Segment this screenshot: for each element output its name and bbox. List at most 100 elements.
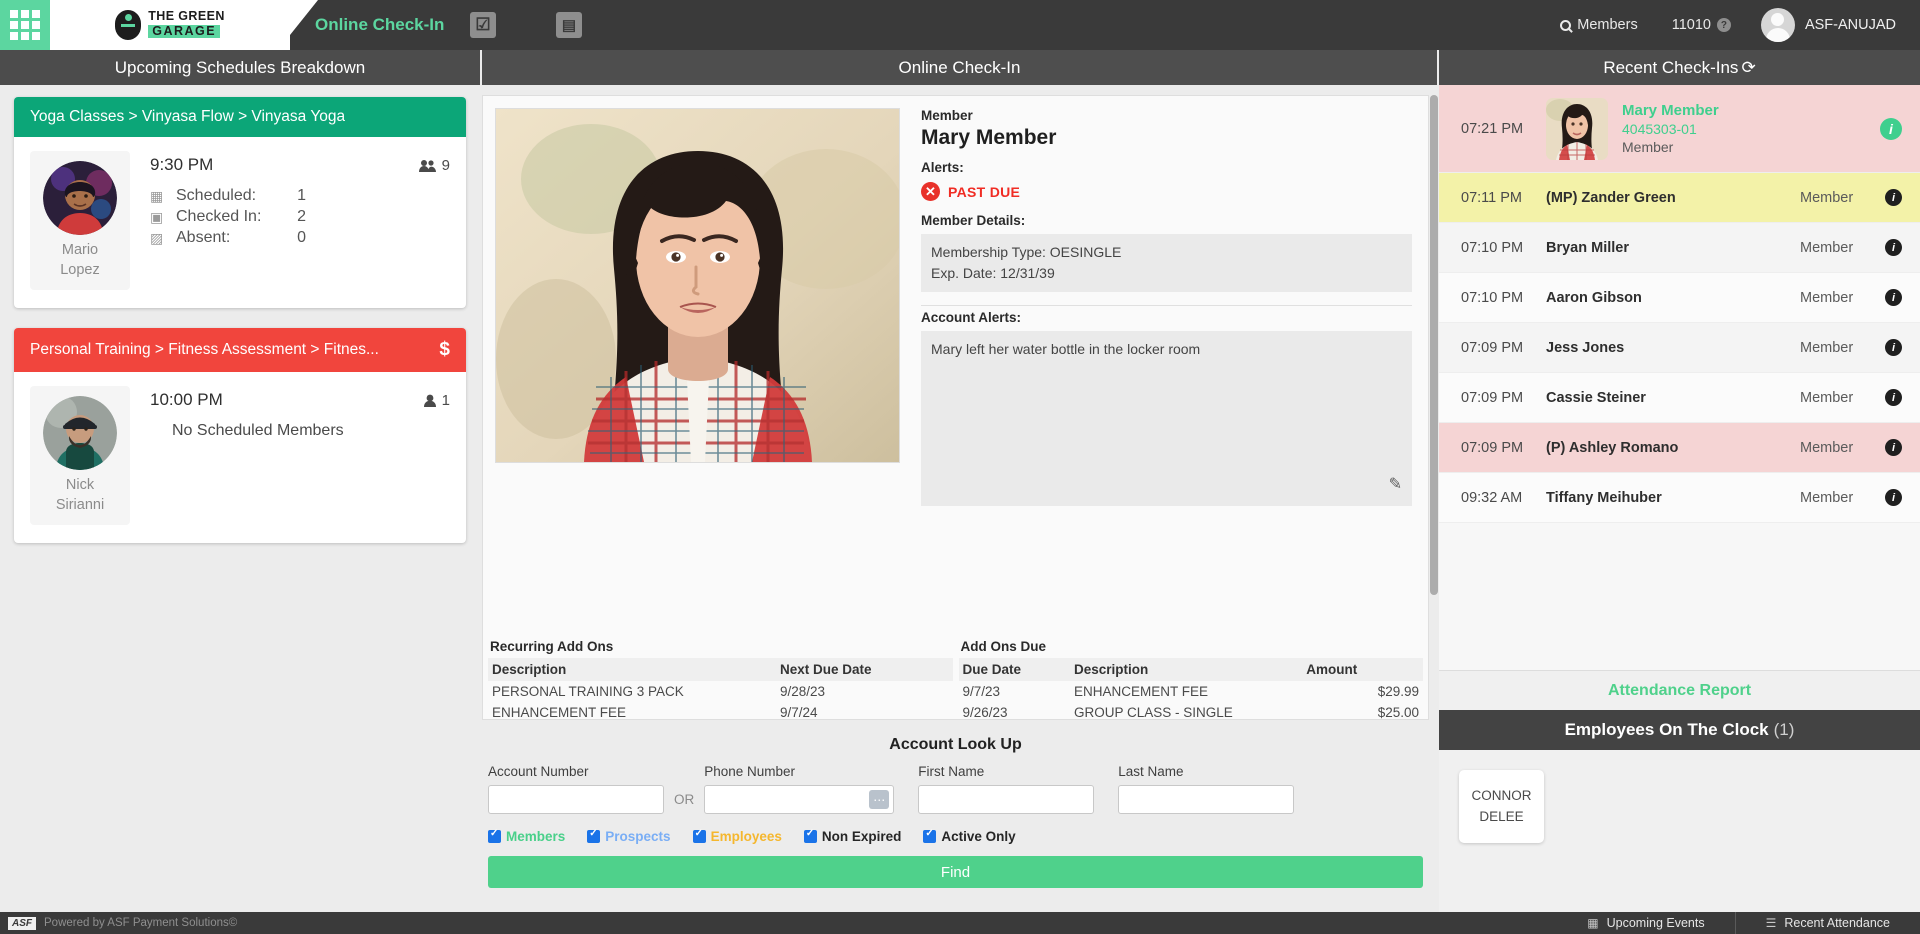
checkin-name: Tiffany Meihuber [1546,489,1662,506]
filter-members[interactable]: Members [488,828,566,844]
recent-attendance-link[interactable]: ☰ Recent Attendance [1736,912,1920,934]
checkin-photo [1546,97,1608,160]
checkin-type: Member [1800,439,1854,456]
checkin-type: Member [1800,389,1854,406]
checkin-type: Member [1800,239,1854,256]
checkbox-icon[interactable] [803,828,817,843]
center-panel-scrollbar[interactable] [1430,95,1438,595]
phone-number-input[interactable] [704,785,895,814]
expiration-date: Exp. Date: 12/31/39 [931,265,1055,281]
cell-due-date: 9/26/23 [962,705,1008,720]
filter-label: Prospects [605,829,671,844]
schedule-stat-checked-in: ▣ Checked In: 2 [150,208,450,226]
list-item[interactable]: 07:09 PM (P) Ashley Romano Member i [1439,423,1920,473]
list-item[interactable]: 07:10 PM Aaron Gibson Member i [1439,273,1920,323]
list-item[interactable]: 07:10 PM Bryan Miller Member i [1439,223,1920,273]
filter-employees[interactable]: Employees [692,828,782,844]
filter-label: Members [506,829,566,844]
checkbox-icon[interactable] [587,828,601,843]
schedule-card[interactable]: Personal Training > Fitness Assessment >… [14,328,466,544]
schedule-capacity: 1 [423,392,450,409]
member-photo-column [483,96,913,719]
checkbox-icon[interactable] [692,828,706,843]
filter-active-only[interactable]: Active Only [923,828,1016,844]
member-card-icon[interactable]: ▤ [556,12,582,38]
cell-due-date: 9/7/23 [962,684,1001,699]
find-button[interactable]: Find [488,856,1423,888]
first-name-label: First Name [918,764,985,779]
info-icon[interactable]: i [1885,339,1902,356]
trainer-first-name: Nick [65,477,95,494]
checkin-type: Member [1800,339,1854,356]
user-account-menu[interactable]: ASF-ANUJAD [1760,8,1896,42]
schedule-card-header[interactable]: Personal Training > Fitness Assessment >… [14,328,466,373]
app-grid-launcher-button[interactable] [0,0,50,50]
past-due-alert: ✕ PAST DUE [921,182,1412,201]
list-item[interactable]: 09:32 AM Tiffany Meihuber Member i [1439,473,1920,523]
online-check-in-panel: Member Mary Member Alerts: ✕ PAST DUE Me… [482,85,1438,912]
members-search-link[interactable]: Members [1560,17,1638,33]
list-item[interactable]: 07:09 PM Jess Jones Member i [1439,323,1920,373]
grid-apps-icon [10,10,40,40]
phone-number-group: Phone Number ⋯ [704,764,895,814]
checkbox-icon[interactable] [488,828,501,843]
recent-checkins-panel: 07:21 PM Mary Member 4045303-01 Member i… [1439,85,1920,912]
recurring-addons-table: Description Next Due Date PERSONAL TRAIN… [488,658,953,723]
upcoming-events-label: Upcoming Events [1606,916,1705,930]
attendance-report-link[interactable]: Attendance Report [1439,670,1920,710]
list-item[interactable]: 07:09 PM Cassie Steiner Member i [1439,373,1920,423]
info-icon[interactable]: i [1885,439,1902,456]
help-icon[interactable]: ? [1716,18,1731,32]
list-item[interactable]: 07:11 PM (MP) Zander Green Member i [1439,173,1920,223]
refresh-icon[interactable]: ⟳ [1741,58,1755,78]
column-header: Description [488,658,776,681]
pencil-icon[interactable]: ✎ [1389,474,1402,494]
schedule-capacity: 9 [418,156,450,174]
phone-options-icon[interactable]: ⋯ [869,790,890,809]
brand-logo[interactable]: THE GREEN GARAGE [50,0,290,50]
schedule-card-header[interactable]: Yoga Classes > Vinyasa Flow > Vinyasa Yo… [14,97,466,137]
person-icon [423,394,436,407]
recent-attendance-label: Recent Attendance [1784,916,1890,930]
member-detail-column: Member Mary Member Alerts: ✕ PAST DUE Me… [913,96,1428,719]
info-icon[interactable]: i [1885,489,1902,506]
last-name-input[interactable] [1118,785,1295,814]
alerts-label: Alerts: [921,160,964,175]
first-name-input[interactable] [918,785,1095,814]
checkin-name: Cassie Steiner [1546,389,1646,406]
info-icon[interactable]: i [1885,189,1902,206]
filter-non-expired[interactable]: Non Expired [803,828,901,844]
checkbox-icon[interactable] [923,828,937,843]
stat-value: 0 [297,229,306,246]
table-row: ENHANCEMENT FEE 9/7/24 [488,702,953,723]
cell-description: ENHANCEMENT FEE [1073,684,1208,699]
upcoming-events-link[interactable]: ▦ Upcoming Events [1557,912,1734,934]
filter-prospects[interactable]: Prospects [587,828,671,844]
account-lookup-panel: Account Look Up Account Number OR Phone … [482,730,1429,908]
phone-number-label: Phone Number [704,764,796,779]
checkin-time: 09:32 AM [1461,489,1523,506]
info-icon[interactable]: i [1885,239,1902,256]
checkin-type: Member [1800,489,1854,506]
schedule-card[interactable]: Yoga Classes > Vinyasa Flow > Vinyasa Yo… [14,97,466,309]
upcoming-schedules-panel: Yoga Classes > Vinyasa Flow > Vinyasa Yo… [0,85,480,912]
right-panel-header-label: Recent Check-Ins [1603,57,1739,77]
recurring-addons-title: Recurring Add Ons [490,639,614,654]
cell-next-due-date: 9/28/23 [779,684,826,699]
cell-amount: $25.00 [1377,705,1419,720]
store-number-value: 11010 [1671,17,1711,33]
info-icon[interactable]: i [1880,117,1902,140]
account-number-input[interactable] [488,785,664,814]
info-icon[interactable]: i [1885,389,1902,406]
list-item[interactable]: 07:21 PM Mary Member 4045303-01 Member i [1439,85,1920,173]
check-in-icon[interactable]: ☑ [470,12,496,38]
stat-label: Absent: [176,229,231,246]
employee-card[interactable]: CONNOR DELEE [1459,770,1544,843]
employee-last-name: DELEE [1479,808,1524,824]
account-number-group: Account Number [488,764,664,814]
stat-value: 2 [297,208,306,225]
info-icon[interactable]: i [1885,289,1902,306]
last-name-label: Last Name [1118,764,1184,779]
schedule-capacity-value: 9 [441,156,450,174]
schedule-stat-scheduled: ▦ Scheduled: 1 [150,187,450,205]
